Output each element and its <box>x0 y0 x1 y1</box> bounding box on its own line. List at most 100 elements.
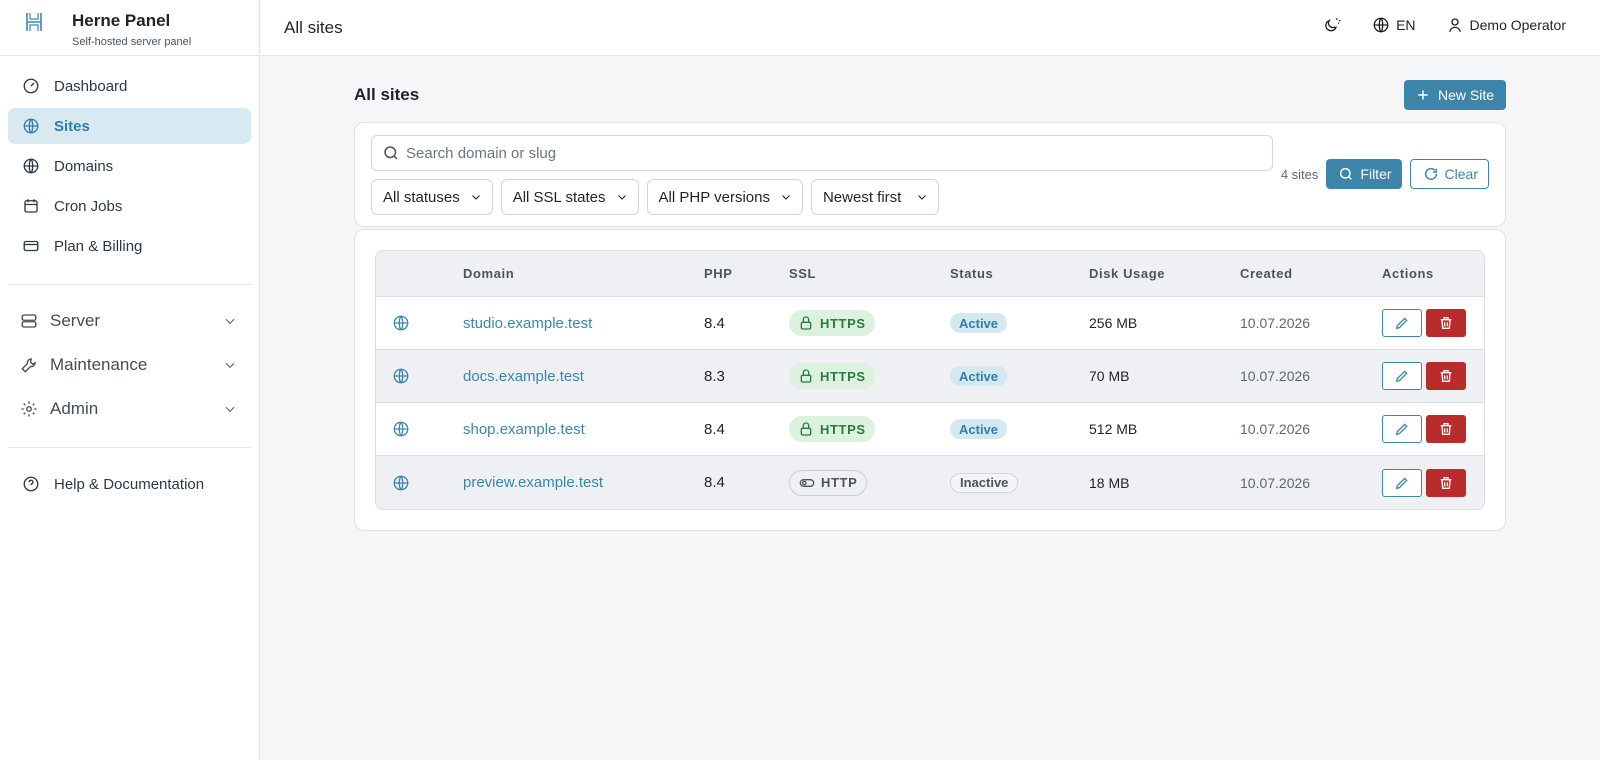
user-menu-button[interactable]: Demo Operator <box>1446 16 1566 34</box>
search-icon <box>382 144 400 162</box>
main-header: All sites New Site <box>354 80 1506 110</box>
php-version: 8.3 <box>704 367 725 385</box>
created-date: 10.07.2026 <box>1240 421 1311 437</box>
header-status[interactable]: Status <box>950 266 1089 281</box>
trash-icon <box>1438 421 1454 437</box>
domain-link[interactable]: studio.example.test <box>463 315 704 332</box>
disk-usage: 70 MB <box>1089 368 1130 384</box>
globe-icon <box>392 367 410 385</box>
filter-selects: All statuses All SSL states All PHP vers… <box>371 179 939 215</box>
language-button[interactable]: EN <box>1372 16 1416 34</box>
site-count: 4 sites <box>1280 166 1319 182</box>
ssl-label: HTTP <box>821 475 858 490</box>
domain-link[interactable]: preview.example.test <box>463 474 704 491</box>
globe-icon <box>392 314 410 332</box>
delete-button[interactable] <box>1426 309 1466 337</box>
sidebar-group-maintenance[interactable]: Maintenance <box>8 347 251 383</box>
domain-link[interactable]: shop.example.test <box>463 421 704 438</box>
globe-icon <box>22 157 40 175</box>
sort-select-value: Newest first <box>822 188 902 206</box>
table-row: preview.example.test 8.4 HTTP Inactive 1… <box>376 456 1484 509</box>
wrench-icon <box>20 356 38 374</box>
refresh-icon <box>1423 166 1439 182</box>
edit-button[interactable] <box>1382 415 1422 443</box>
topbar: All sites EN Demo Operator <box>261 0 1600 56</box>
status-select[interactable]: All statuses <box>371 179 493 215</box>
sites-table-card: Domain PHP SSL Status Disk Usage Created… <box>354 229 1506 531</box>
trash-icon <box>1438 368 1454 384</box>
search-box <box>371 135 1273 171</box>
globe-icon <box>22 117 40 135</box>
status-select-value: All statuses <box>383 188 460 206</box>
disk-usage: 18 MB <box>1089 474 1130 491</box>
sidebar-item-help[interactable]: Help & Documentation <box>8 466 251 502</box>
sidebar-group-admin[interactable]: Admin <box>8 391 251 427</box>
sites-table: Domain PHP SSL Status Disk Usage Created… <box>375 250 1485 510</box>
sidebar-group-label: Maintenance <box>50 355 148 374</box>
ssl-select[interactable]: All SSL states <box>500 179 639 215</box>
theme-toggle-button[interactable] <box>1324 16 1342 34</box>
header-php[interactable]: PHP <box>704 266 789 281</box>
disk-usage: 512 MB <box>1089 421 1138 437</box>
delete-button[interactable] <box>1426 415 1466 443</box>
lock-icon <box>798 421 814 437</box>
sidebar-item-label: Sites <box>54 117 90 135</box>
topbar-actions: EN Demo Operator <box>1294 16 1566 34</box>
new-site-button[interactable]: New Site <box>1403 80 1506 110</box>
sidebar-group-label: Admin <box>50 399 99 418</box>
table-row: docs.example.test 8.3 HTTPS Active 70 MB… <box>376 350 1484 403</box>
gear-icon <box>20 400 38 418</box>
chevron-down-icon <box>223 402 237 416</box>
sidebar: Herne Panel Self-hosted server panel Das… <box>0 0 260 760</box>
sidebar-item-plan-billing[interactable]: Plan & Billing <box>8 228 251 264</box>
new-site-label: New Site <box>1437 87 1494 103</box>
sidebar-group-label: Server <box>50 311 101 330</box>
clear-button[interactable]: Clear <box>1409 159 1489 189</box>
php-select-value: All PHP versions <box>658 188 770 206</box>
edit-button[interactable] <box>1382 362 1422 390</box>
page-title: All sites <box>284 18 343 37</box>
pencil-icon <box>1394 315 1410 331</box>
sidebar-item-sites[interactable]: Sites <box>8 108 251 144</box>
chevron-down-icon <box>223 314 237 328</box>
ssl-label: HTTPS <box>820 315 866 331</box>
delete-button[interactable] <box>1426 362 1466 390</box>
header-domain[interactable]: Domain <box>463 266 704 281</box>
gauge-icon <box>22 77 40 95</box>
edit-button[interactable] <box>1382 309 1422 337</box>
status-badge: Active <box>950 419 1008 439</box>
disk-usage: 256 MB <box>1089 315 1138 331</box>
header-created[interactable]: Created <box>1240 266 1382 281</box>
sidebar-item-label: Help & Documentation <box>54 475 205 493</box>
search-input[interactable] <box>406 144 1266 162</box>
php-select[interactable]: All PHP versions <box>646 179 803 215</box>
php-version: 8.4 <box>704 474 725 491</box>
delete-button[interactable] <box>1426 468 1466 497</box>
trash-icon <box>1438 315 1454 331</box>
header-ssl[interactable]: SSL <box>789 266 950 281</box>
created-date: 10.07.2026 <box>1240 474 1311 491</box>
php-version: 8.4 <box>704 420 725 438</box>
chevron-down-icon <box>470 191 482 203</box>
table-header: Domain PHP SSL Status Disk Usage Created… <box>376 251 1484 297</box>
header-disk[interactable]: Disk Usage <box>1089 266 1240 281</box>
status-badge: Active <box>950 313 1008 333</box>
filter-button[interactable]: Filter <box>1326 159 1402 189</box>
php-version: 8.4 <box>704 314 725 332</box>
edit-button[interactable] <box>1382 468 1422 497</box>
lock-icon <box>798 315 814 331</box>
brand: Herne Panel Self-hosted server panel <box>0 0 259 56</box>
sidebar-item-dashboard[interactable]: Dashboard <box>8 68 251 104</box>
sidebar-item-label: Domains <box>54 157 114 175</box>
server-icon <box>20 312 38 330</box>
sort-select[interactable]: Newest first <box>810 179 939 215</box>
sidebar-item-cron-jobs[interactable]: Cron Jobs <box>8 188 251 224</box>
sidebar-group-server[interactable]: Server <box>8 303 251 339</box>
pencil-icon <box>1394 421 1410 437</box>
brand-subtitle: Self-hosted server panel <box>72 36 192 48</box>
sidebar-item-domains[interactable]: Domains <box>8 148 251 184</box>
user-name: Demo Operator <box>1469 17 1566 33</box>
header-actions: Actions <box>1382 266 1434 281</box>
domain-link[interactable]: docs.example.test <box>463 368 704 385</box>
filter-actions: 4 sites Filter Clear <box>1281 159 1489 189</box>
